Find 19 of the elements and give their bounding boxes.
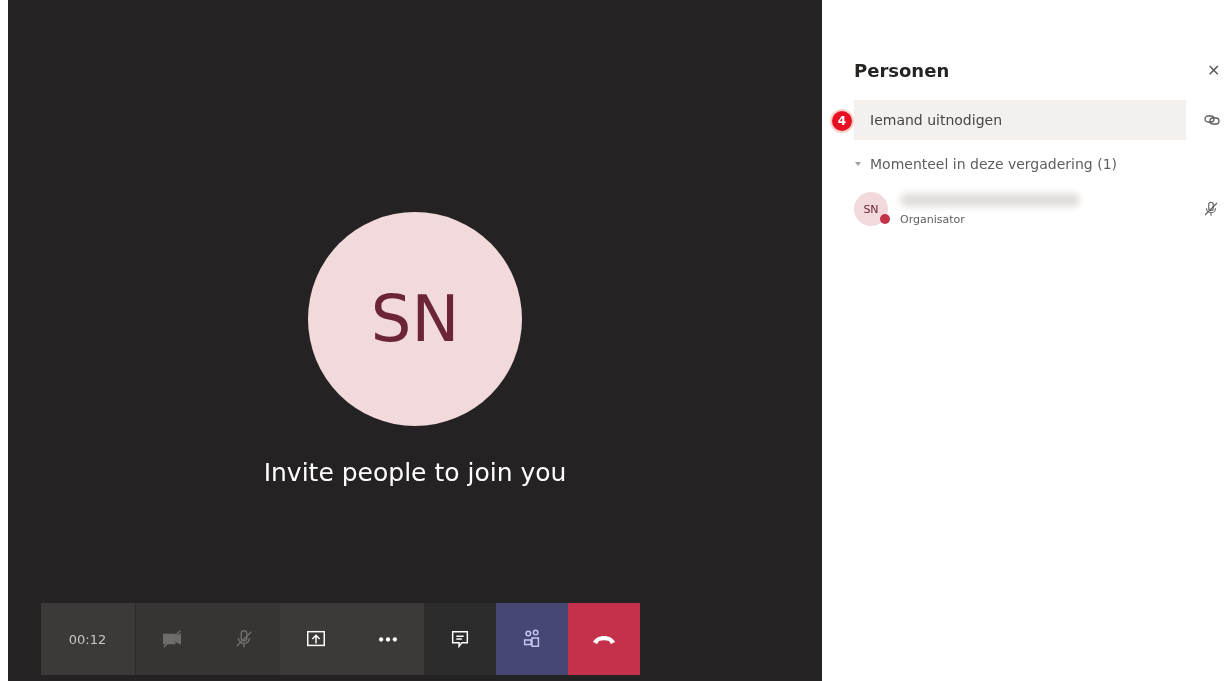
caret-icon [854, 160, 862, 168]
avatar: SN [308, 212, 522, 426]
call-timer: 00:12 [40, 603, 136, 675]
people-button[interactable] [495, 603, 568, 675]
section-header[interactable]: Momenteel in deze vergadering (1) [854, 156, 1220, 172]
camera-off-icon [160, 628, 183, 650]
panel-title: Personen [854, 59, 950, 81]
invite-message: Invite people to join you [263, 458, 567, 487]
step-badge: 4 [830, 109, 854, 133]
link-icon [1204, 112, 1220, 128]
close-button[interactable]: ✕ [1207, 60, 1220, 80]
more-icon [378, 636, 397, 642]
invite-field[interactable]: Iemand uitnodigen [854, 100, 1186, 140]
hang-up-icon [591, 633, 616, 645]
participant-avatar: SN [854, 192, 888, 226]
chat-button[interactable] [423, 603, 496, 675]
copy-link-button[interactable] [1204, 112, 1220, 128]
mic-off-icon [1202, 200, 1220, 218]
participant-role: Organisator [900, 212, 966, 226]
